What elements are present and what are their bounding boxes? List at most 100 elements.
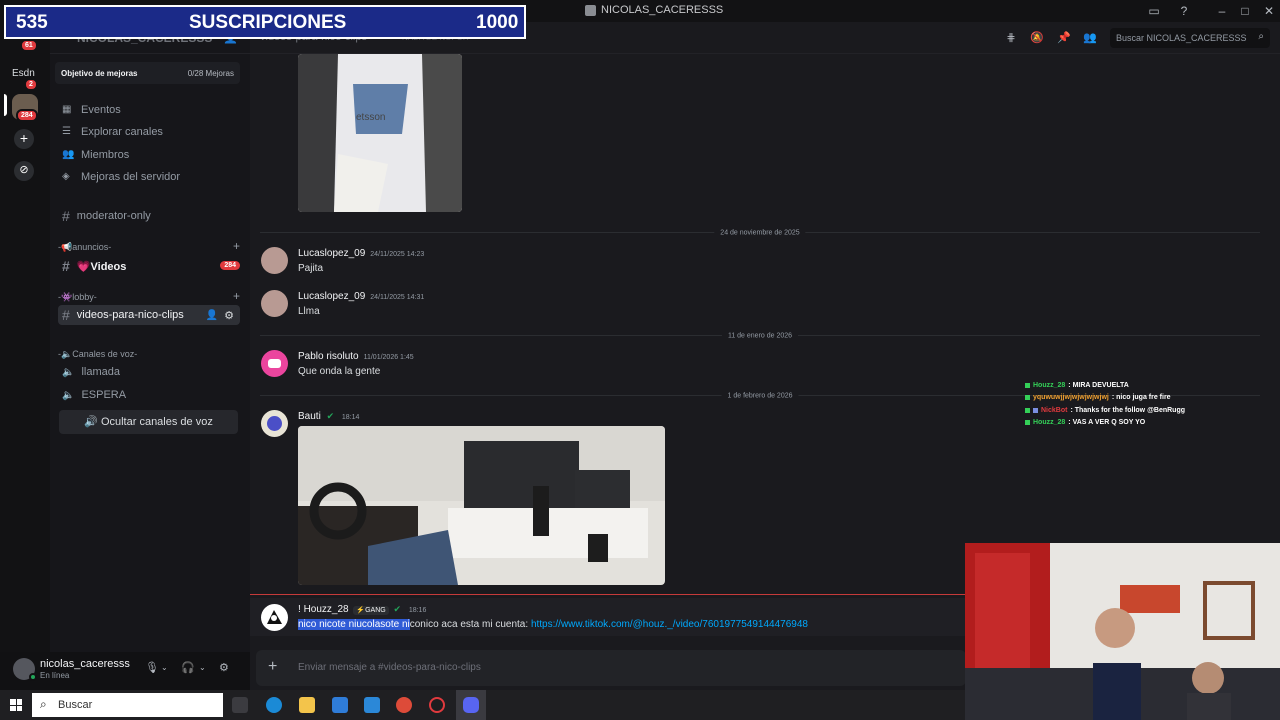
- channel-sidebar: NICOLAS_CACERESSS 👤 Objetivo de mejoras …: [50, 22, 250, 652]
- discord-app-icon: [585, 4, 596, 16]
- add-server-icon[interactable]: +: [14, 129, 34, 149]
- channel-moderator-only[interactable]: # moderator-only: [58, 206, 240, 226]
- headphones-icon[interactable]: 🎧: [181, 661, 195, 674]
- pin-icon[interactable]: 📌: [1057, 31, 1071, 45]
- tiktok-link[interactable]: https://www.tiktok.com/@houz._/video/760…: [531, 619, 808, 630]
- category-voice[interactable]: -🔈Canales de voz-: [58, 349, 137, 360]
- boost-goal-progress: 0/28 Mejoras: [187, 69, 234, 78]
- mail-icon[interactable]: [364, 697, 380, 713]
- stream-chat-line: NickBot: Thanks for the follow @BenRugg: [1025, 404, 1185, 417]
- hash-icon: #: [62, 208, 70, 224]
- chrome-icon[interactable]: [396, 697, 412, 713]
- message-image[interactable]: etsson: [298, 54, 462, 212]
- chevron-down-icon[interactable]: ⌄: [161, 663, 168, 672]
- window-title: NICOLAS_CACERESSS: [585, 4, 723, 16]
- avatar-figure: [267, 610, 282, 624]
- discover-icon[interactable]: ⊘: [14, 161, 34, 181]
- user-badge-icon: [1025, 395, 1030, 401]
- voice-channel-llamada[interactable]: 🔈 llamada: [58, 362, 240, 382]
- message-author[interactable]: ! Houzz_28 ⚡GANG ✔ 18:16: [298, 604, 426, 615]
- obs-icon[interactable]: [429, 697, 445, 713]
- hide-voice-channels-button[interactable]: 🔊 Ocultar canales de voz: [59, 410, 238, 434]
- chat-user: yquwuwjjwjwjwjwjwjwj: [1033, 394, 1109, 402]
- gear-icon[interactable]: ⚙: [224, 309, 234, 322]
- add-channel-icon[interactable]: +: [233, 239, 240, 253]
- message-timestamp: 11/01/2026 1:45: [363, 354, 414, 361]
- sidebar-item-events[interactable]: ▦ Eventos: [58, 100, 240, 120]
- inbox-icon[interactable]: ▭: [1146, 3, 1162, 19]
- minimize-button[interactable]: –: [1214, 3, 1230, 19]
- subscriber-goal: 1000: [476, 12, 519, 33]
- boost-goal-bar[interactable]: Objetivo de mejoras 0/28 Mejoras: [55, 62, 240, 84]
- store-icon[interactable]: [332, 697, 348, 713]
- notification-icon[interactable]: 🔕: [1030, 31, 1044, 45]
- message-timestamp: 24/11/2025 14:31: [370, 294, 425, 301]
- threads-icon[interactable]: ⋕: [1004, 31, 1018, 45]
- add-channel-icon[interactable]: +: [233, 289, 240, 303]
- username: nicolas_caceresss: [40, 658, 130, 670]
- message-timestamp: 18:14: [341, 414, 360, 421]
- discord-icon[interactable]: [463, 697, 479, 713]
- avatar[interactable]: [261, 410, 288, 437]
- avatar[interactable]: [261, 290, 288, 317]
- search-input[interactable]: Buscar NICOLAS_CACERESSS ⌕: [1110, 28, 1270, 48]
- verified-badge-icon: ✔: [326, 411, 335, 421]
- avatar[interactable]: [261, 350, 288, 377]
- voice-channel-espera[interactable]: 🔈 ESPERA: [58, 385, 240, 405]
- subscriber-label: SUSCRIPCIONES: [189, 12, 347, 33]
- subscriber-goal-overlay: 535 SUSCRIPCIONES 1000: [4, 5, 526, 39]
- sidebar-item-browse[interactable]: ☰ Explorar canales: [58, 122, 240, 142]
- maximize-button[interactable]: □: [1237, 3, 1253, 19]
- message-text: nico nicote niucolasote niconico aca est…: [298, 619, 808, 630]
- search-icon: ⌕: [1258, 31, 1264, 42]
- member-list-icon[interactable]: 👥: [1083, 31, 1097, 45]
- message-input-placeholder: Enviar mensaje a #videos-para-nico-clips: [298, 662, 481, 673]
- message-author[interactable]: Bauti ✔ 18:14: [298, 411, 359, 422]
- task-view-icon[interactable]: [232, 697, 248, 713]
- stream-chat-line: Houzz_28: VAS A VER Q SOY YO: [1025, 417, 1185, 430]
- category-anuncios[interactable]: -📢anuncios-: [58, 242, 111, 253]
- channel-videos[interactable]: # 💗Videos: [58, 256, 240, 276]
- gear-icon[interactable]: ⚙: [219, 661, 229, 674]
- photo-preview: etsson: [298, 54, 462, 212]
- message-composer[interactable]: + Enviar mensaje a #videos-para-nico-cli…: [256, 650, 966, 686]
- stream-chat-line: yquwuwjjwjwjwjwjwjwj: nico juga fre fire: [1025, 392, 1185, 405]
- user-panel: nicolas_caceresss En línea 🎙 ⌄ 🎧 ⌄ ⚙: [0, 652, 250, 690]
- channel-videos-para-nico-clips[interactable]: # videos-para-nico-clips 👤 ⚙: [58, 305, 240, 325]
- hash-icon: #: [62, 258, 70, 274]
- members-icon: 👥: [62, 149, 75, 160]
- clan-tag[interactable]: ⚡GANG: [353, 606, 389, 615]
- help-icon[interactable]: ?: [1176, 3, 1192, 19]
- message-author[interactable]: Lucaslopez_09 24/11/2025 14:31: [298, 291, 424, 302]
- attach-plus-icon[interactable]: +: [268, 658, 277, 676]
- windows-start-icon[interactable]: [10, 699, 22, 711]
- taskbar-search-input[interactable]: ⌕ Buscar: [32, 693, 223, 717]
- sidebar-item-boosts[interactable]: ◈ Mejoras del servidor: [58, 167, 240, 187]
- message-author[interactable]: Pablo risoluto 11/01/2026 1:45: [298, 351, 414, 362]
- message-timestamp: 18:16: [408, 607, 427, 614]
- file-explorer-icon[interactable]: [299, 697, 315, 713]
- avatar[interactable]: [261, 604, 288, 631]
- invite-member-icon[interactable]: 👤: [206, 310, 218, 321]
- user-badge-icon: [1025, 382, 1030, 388]
- hash-icon: #: [62, 307, 70, 323]
- date-divider: 24 de noviembre de 2025: [260, 229, 1260, 237]
- close-button[interactable]: ✕: [1261, 3, 1277, 19]
- speaker-icon: 🔈: [62, 389, 75, 401]
- speaker-icon: 🔈: [62, 366, 75, 378]
- avatar[interactable]: [261, 247, 288, 274]
- server-badge: 2: [24, 78, 38, 91]
- message-image[interactable]: [298, 426, 665, 585]
- edge-icon[interactable]: [266, 697, 282, 713]
- stream-chat-overlay: Houzz_28: MIRA DEVUELTA yquwuwjjwjwjwjwj…: [1025, 379, 1185, 429]
- message-text: Pajita: [298, 263, 324, 274]
- sidebar-item-members[interactable]: 👥 Miembros: [58, 145, 240, 165]
- selected-server-pill: [4, 94, 7, 116]
- calendar-icon: ▦: [62, 104, 72, 115]
- message-author[interactable]: Lucaslopez_09 24/11/2025 14:23: [298, 248, 424, 259]
- microphone-icon[interactable]: 🎙: [145, 661, 159, 674]
- unread-badge: 284: [220, 261, 240, 270]
- category-lobby[interactable]: -👾lobby-: [58, 292, 97, 303]
- chevron-down-icon[interactable]: ⌄: [199, 663, 206, 672]
- selected-text: nico nicote niucolasote ni: [298, 619, 410, 630]
